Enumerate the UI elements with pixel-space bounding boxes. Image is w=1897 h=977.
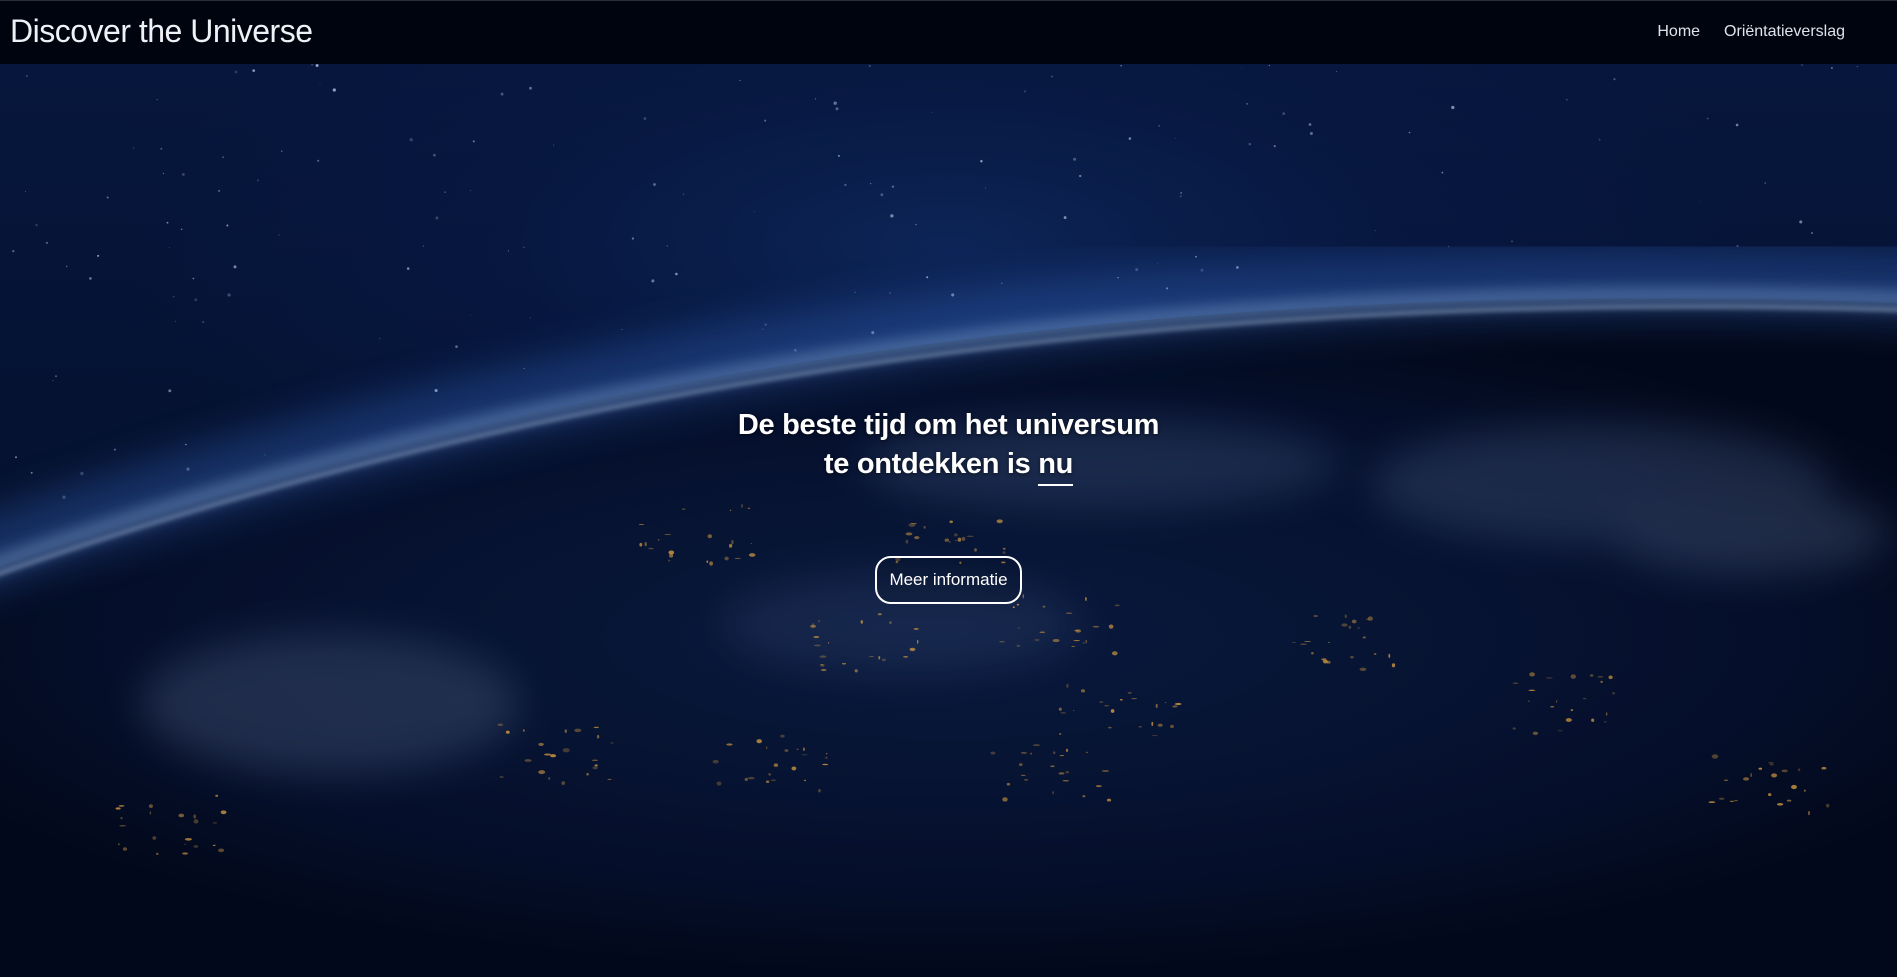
nav-link-home[interactable]: Home <box>1657 23 1700 41</box>
navbar: Discover the Universe Home Oriëntatiever… <box>0 0 1897 64</box>
brand-logo-link[interactable]: Discover the Universe <box>10 13 313 50</box>
page: Discover the Universe Home Oriëntatiever… <box>0 0 1897 977</box>
nav-links: Home Oriëntatieverslag <box>1657 23 1845 41</box>
hero-headline: De beste tijd om het universum te ontdek… <box>689 406 1209 486</box>
more-info-button[interactable]: Meer informatie <box>875 556 1022 604</box>
nav-link-orientatieverslag[interactable]: Oriëntatieverslag <box>1724 23 1845 41</box>
hero-content: De beste tijd om het universum te ontdek… <box>0 406 1897 604</box>
headline-line-1: De beste tijd om het universum <box>737 409 1160 441</box>
headline-line-2: te ontdekken is <box>823 448 1039 480</box>
headline-accent-word: nu <box>1038 445 1073 486</box>
hero-section: De beste tijd om het universum te ontdek… <box>0 64 1897 977</box>
